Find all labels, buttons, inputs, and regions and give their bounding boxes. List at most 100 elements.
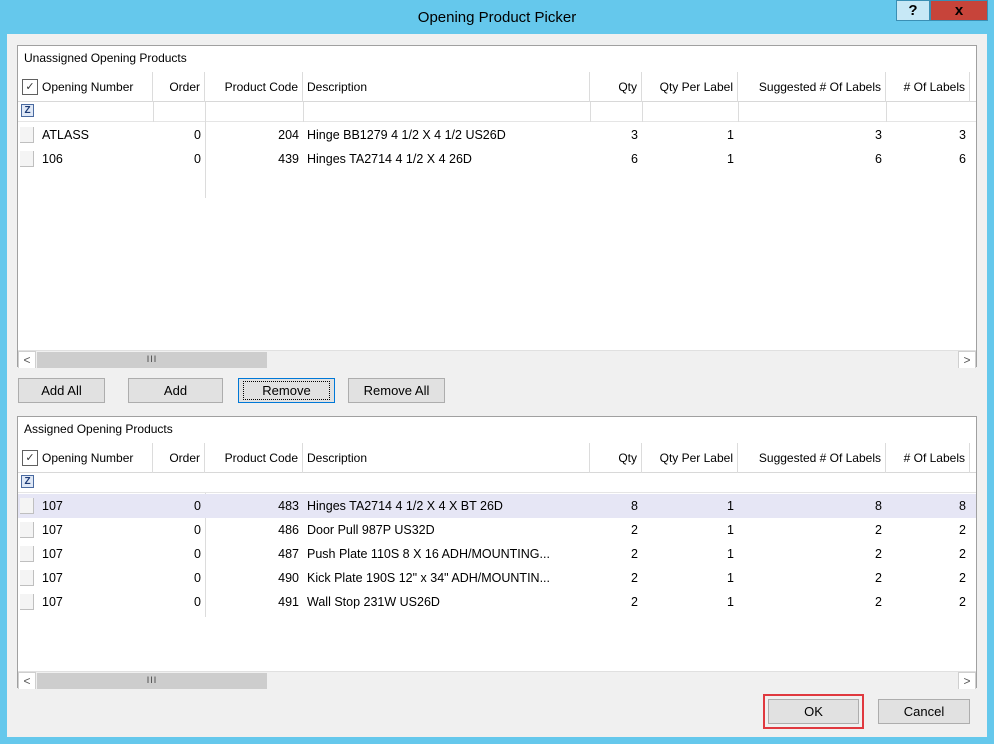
col-num-labels[interactable]: # Of Labels <box>886 443 970 473</box>
remove-button[interactable]: Remove <box>238 378 335 403</box>
title-bar: Opening Product Picker ? x <box>0 0 994 34</box>
table-row[interactable]: 106 0 439 Hinges TA2714 4 1/2 X 4 26D 6 … <box>18 147 976 171</box>
row-selector[interactable] <box>20 546 34 562</box>
filter-row: Z <box>18 102 976 122</box>
col-opening-number[interactable]: Opening Number <box>38 72 153 102</box>
cell-num-labels[interactable]: 2 <box>886 542 970 566</box>
col-suggested-labels[interactable]: Suggested # Of Labels <box>738 72 886 102</box>
filter-icon[interactable]: Z <box>21 104 34 117</box>
horizontal-scrollbar[interactable]: < III > <box>18 350 976 368</box>
table-row[interactable]: 107 0 486 Door Pull 987P US32D 2 1 2 2 <box>18 518 976 542</box>
cell-num-labels[interactable]: 2 <box>886 590 970 614</box>
select-all-cell: ✓ <box>18 72 38 102</box>
row-selector[interactable] <box>20 151 34 167</box>
cell-opening-number: 107 <box>42 547 63 561</box>
cell-description: Hinges TA2714 4 1/2 X 4 26D <box>307 152 472 166</box>
help-button[interactable]: ? <box>896 0 930 21</box>
cell-order: 0 <box>194 595 201 609</box>
cell-description: Wall Stop 231W US26D <box>307 595 440 609</box>
cell-opening-number: 107 <box>42 595 63 609</box>
remove-all-button[interactable]: Remove All <box>348 378 445 403</box>
cell-qty-per-label: 1 <box>727 571 734 585</box>
row-selector[interactable] <box>20 570 34 586</box>
row-selector[interactable] <box>20 127 34 143</box>
cell-order: 0 <box>194 523 201 537</box>
select-all-checkbox[interactable]: ✓ <box>22 79 38 95</box>
col-opening-number[interactable]: Opening Number <box>38 443 153 473</box>
scroll-right-icon[interactable]: > <box>958 672 976 689</box>
cell-opening-number: 107 <box>42 499 63 513</box>
table-row[interactable]: 107 0 483 Hinges TA2714 4 1/2 X 4 X BT 2… <box>18 494 976 518</box>
row-selector[interactable] <box>20 594 34 610</box>
cell-qty-per-label: 1 <box>727 595 734 609</box>
col-order[interactable]: Order <box>153 443 205 473</box>
cell-description: Door Pull 987P US32D <box>307 523 435 537</box>
scroll-left-icon[interactable]: < <box>18 351 36 368</box>
scroll-thumb[interactable]: III <box>37 352 267 368</box>
table-row[interactable]: 107 0 490 Kick Plate 190S 12" x 34" ADH/… <box>18 566 976 590</box>
col-qty-per-label[interactable]: Qty Per Label <box>642 443 738 473</box>
col-description[interactable]: Description <box>303 443 590 473</box>
col-order[interactable]: Order <box>153 72 205 102</box>
scroll-thumb[interactable]: III <box>37 673 267 689</box>
add-button[interactable]: Add <box>128 378 223 403</box>
cell-qty-per-label: 1 <box>727 499 734 513</box>
remove-button-label: Remove <box>243 381 330 400</box>
cell-description: Hinge BB1279 4 1/2 X 4 1/2 US26D <box>307 128 506 142</box>
cell-suggested-labels: 3 <box>875 128 882 142</box>
col-qty[interactable]: Qty <box>590 72 642 102</box>
select-all-checkbox[interactable]: ✓ <box>22 450 38 466</box>
cell-qty-per-label: 1 <box>727 152 734 166</box>
cell-num-labels[interactable]: 3 <box>886 123 970 147</box>
cell-suggested-labels: 2 <box>875 595 882 609</box>
cell-description: Hinges TA2714 4 1/2 X 4 X BT 26D <box>307 499 503 513</box>
cell-order: 0 <box>194 571 201 585</box>
cell-product-code: 491 <box>278 595 299 609</box>
row-selector[interactable] <box>20 522 34 538</box>
assigned-grid[interactable]: ✓ Opening Number Order Product Code Desc… <box>18 443 976 689</box>
cell-num-labels[interactable]: 6 <box>886 147 970 171</box>
cell-product-code: 204 <box>278 128 299 142</box>
cell-product-code: 490 <box>278 571 299 585</box>
cell-num-labels[interactable]: 2 <box>886 518 970 542</box>
cell-opening-number: ATLASS <box>42 128 90 142</box>
cell-description: Kick Plate 190S 12" x 34" ADH/MOUNTIN... <box>307 571 550 585</box>
unassigned-grid[interactable]: ✓ Opening Number Order Product Code Desc… <box>18 72 976 368</box>
cell-suggested-labels: 2 <box>875 571 882 585</box>
table-row[interactable]: ATLASS 0 204 Hinge BB1279 4 1/2 X 4 1/2 … <box>18 123 976 147</box>
col-qty-per-label[interactable]: Qty Per Label <box>642 72 738 102</box>
filter-row: Z <box>18 473 976 493</box>
col-qty[interactable]: Qty <box>590 443 642 473</box>
cell-opening-number: 106 <box>42 152 63 166</box>
close-button[interactable]: x <box>930 0 988 21</box>
ok-button[interactable]: OK <box>768 699 859 724</box>
col-product-code[interactable]: Product Code <box>205 72 303 102</box>
cell-qty: 3 <box>631 128 638 142</box>
cell-suggested-labels: 2 <box>875 523 882 537</box>
scroll-left-icon[interactable]: < <box>18 672 36 689</box>
table-row[interactable]: 107 0 487 Push Plate 110S 8 X 16 ADH/MOU… <box>18 542 976 566</box>
cell-order: 0 <box>194 152 201 166</box>
table-row[interactable]: 107 0 491 Wall Stop 231W US26D 2 1 2 2 <box>18 590 976 614</box>
assigned-group: Assigned Opening Products ✓ Opening Numb… <box>17 416 977 689</box>
col-num-labels[interactable]: # Of Labels <box>886 72 970 102</box>
row-selector[interactable] <box>20 498 34 514</box>
cell-qty: 2 <box>631 571 638 585</box>
cell-qty: 6 <box>631 152 638 166</box>
cell-qty: 8 <box>631 499 638 513</box>
add-all-button[interactable]: Add All <box>18 378 105 403</box>
cell-suggested-labels: 2 <box>875 547 882 561</box>
cell-num-labels[interactable]: 2 <box>886 566 970 590</box>
cell-product-code: 483 <box>278 499 299 513</box>
col-suggested-labels[interactable]: Suggested # Of Labels <box>738 443 886 473</box>
col-product-code[interactable]: Product Code <box>205 443 303 473</box>
cell-product-code: 486 <box>278 523 299 537</box>
cell-qty-per-label: 1 <box>727 128 734 142</box>
cell-num-labels[interactable]: 8 <box>886 494 970 518</box>
filter-icon[interactable]: Z <box>21 475 34 488</box>
scroll-right-icon[interactable]: > <box>958 351 976 368</box>
cell-opening-number: 107 <box>42 523 63 537</box>
horizontal-scrollbar[interactable]: < III > <box>18 671 976 689</box>
cancel-button[interactable]: Cancel <box>878 699 970 724</box>
col-description[interactable]: Description <box>303 72 590 102</box>
